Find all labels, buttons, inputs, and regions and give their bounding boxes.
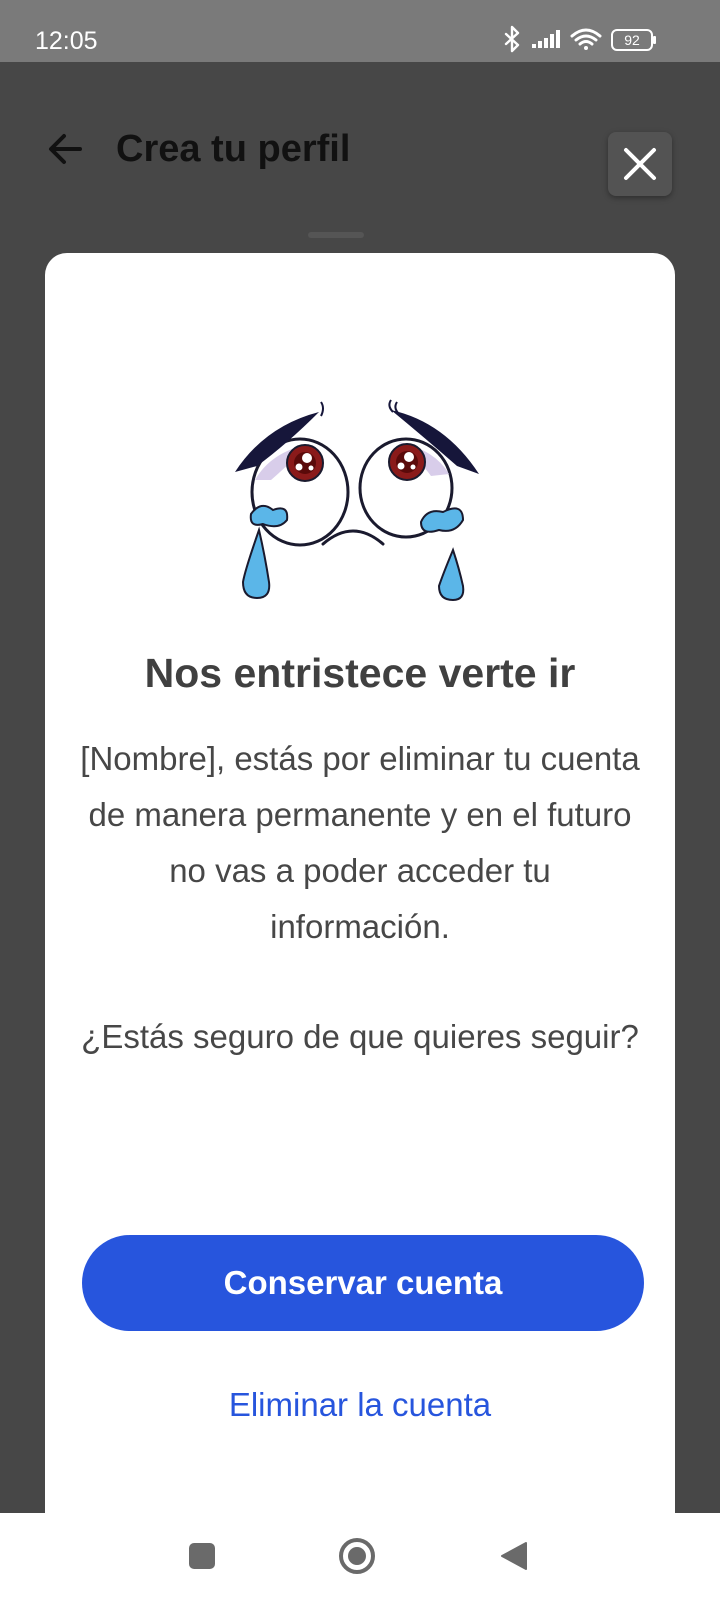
dialog-title: Nos entristece verte ir bbox=[144, 650, 576, 696]
battery-level: 92 bbox=[624, 32, 640, 48]
wifi-icon bbox=[570, 28, 602, 50]
keep-account-button[interactable]: Conservar cuenta bbox=[82, 1235, 644, 1331]
dialog-question: ¿Estás seguro de que quieres seguir? bbox=[81, 1018, 639, 1055]
status-bar: 12:05 92 bbox=[0, 0, 720, 62]
delete-account-link[interactable]: Eliminar la cuenta bbox=[45, 1383, 675, 1427]
arrow-left-icon[interactable] bbox=[42, 124, 92, 174]
recents-icon[interactable] bbox=[189, 1543, 215, 1569]
status-icons: 92 bbox=[504, 25, 656, 53]
back-icon[interactable] bbox=[500, 1541, 528, 1571]
status-time: 12:05 bbox=[35, 27, 98, 55]
signal-icon bbox=[532, 30, 560, 48]
page-title: Crea tu perfil bbox=[116, 128, 351, 170]
delete-account-dialog: Nos entristece verte ir [Nombre], estás … bbox=[45, 253, 675, 1513]
close-button[interactable] bbox=[608, 132, 672, 196]
battery-icon: 92 bbox=[611, 29, 656, 51]
sheet-handle bbox=[308, 232, 364, 238]
crying-face-illustration bbox=[235, 399, 479, 602]
home-icon[interactable] bbox=[338, 1537, 376, 1575]
close-icon bbox=[624, 148, 656, 180]
dialog-message: [Nombre], estás por eliminar tu cuenta d… bbox=[80, 740, 640, 945]
bluetooth-icon bbox=[504, 25, 520, 53]
navigation-bar bbox=[0, 1513, 720, 1600]
header: Crea tu perfil bbox=[0, 110, 720, 210]
